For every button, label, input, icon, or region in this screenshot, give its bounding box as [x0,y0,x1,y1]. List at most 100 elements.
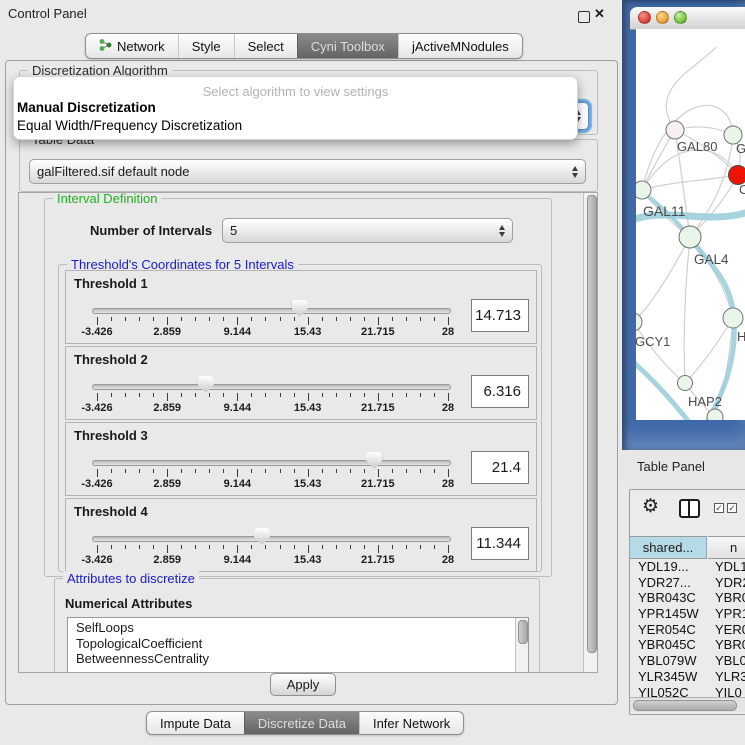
column-header-shared[interactable]: shared... [630,536,707,559]
tick-label: 9.144 [211,326,263,338]
float-window-icon[interactable] [578,11,590,23]
network-icon [99,38,112,55]
attribute-list-item[interactable]: SelfLoops [76,620,528,636]
network-edge [642,150,738,190]
network-window[interactable]: GAL80GACGAL11GAL4GCY1HHAP2 [622,0,745,450]
interval-definition-group: Interval Definition Number of Intervals … [44,198,552,577]
threshold-value-field[interactable]: 14.713 [471,299,529,332]
threshold-value-field[interactable]: 6.316 [471,375,529,408]
table-row[interactable]: YIL052CYIL0 [630,685,745,698]
network-node[interactable] [679,226,701,248]
minor-tick [265,545,266,549]
minimize-button[interactable] [656,11,669,24]
minor-tick [111,317,112,321]
tick-label: 2.859 [141,402,193,414]
slider-track[interactable] [92,384,451,390]
checkbox-icon[interactable]: ✓ [727,503,737,513]
network-node[interactable] [678,376,693,391]
num-intervals-combo[interactable]: 5 [222,218,513,243]
network-node[interactable] [636,181,651,199]
minor-tick [181,317,182,321]
tab-select[interactable]: Select [234,34,297,58]
major-tick [448,393,449,401]
slider-track[interactable] [92,308,451,314]
threshold-label: Threshold 4 [74,504,148,519]
threshold-panel-3: Threshold 3-3.4262.8599.14415.4321.71528… [65,422,537,496]
gear-icon[interactable]: ⚙ [642,495,659,518]
table-horizontal-scrollbar[interactable] [630,697,745,712]
bottom-tab-impute-data[interactable]: Impute Data [147,712,244,734]
slider-thumb[interactable] [254,528,270,545]
apply-button[interactable]: Apply [270,673,336,696]
slider-thumb[interactable] [366,452,382,469]
table-row[interactable]: YBL079WYBL0 [630,653,745,669]
table-row[interactable]: YPR145WYPR1 [630,606,745,622]
minor-tick [294,393,295,397]
slider-thumb[interactable] [198,376,214,393]
minor-tick [195,545,196,549]
bottom-tab-infer-network[interactable]: Infer Network [359,712,463,734]
minor-tick [294,317,295,321]
table-row[interactable]: YDR27...YDR2 [630,575,745,591]
minor-tick [280,317,281,321]
tick-label: 9.144 [211,402,263,414]
major-tick [308,545,309,553]
cell-shared-name: YDR27... [638,575,691,591]
close-panel-icon[interactable]: ✕ [594,6,605,22]
table-row[interactable]: YLR345WYLR3 [630,669,745,685]
cell-name: YBL0 [715,653,745,669]
split-columns-icon[interactable] [679,499,700,518]
network-node-label: GAL11 [643,203,686,219]
minor-tick [111,469,112,473]
minor-tick [350,317,351,321]
network-node[interactable] [666,121,684,139]
tick-label: -3.426 [71,402,123,414]
slider-track[interactable] [92,536,451,542]
bottom-tab-discretize-data[interactable]: Discretize Data [244,712,359,734]
minor-tick [181,545,182,549]
zoom-button[interactable] [674,11,687,24]
checkbox-icon[interactable]: ✓ [714,503,724,513]
minor-tick [209,469,210,473]
close-button[interactable] [638,11,651,24]
attribute-list-item[interactable]: TopologicalCoefficient [76,636,528,652]
popup-item-equal-width[interactable]: Equal Width/Frequency Discretization [17,118,242,133]
screenshot-root: Control Panel ✕ NetworkStyleSelectCyni T… [0,0,745,745]
slider-thumb[interactable] [292,300,308,317]
table-panel-title: Table Panel [637,459,705,474]
minor-tick [434,469,435,473]
settings-scrollbar[interactable] [583,193,597,672]
table-data-combo[interactable]: galFiltered.sif default node [29,159,586,184]
tab-jactivemnodules[interactable]: jActiveMNodules [398,34,522,58]
network-window-titlebar[interactable] [630,7,745,30]
threshold-value-field[interactable]: 21.4 [471,451,529,484]
num-intervals-label: Number of Intervals [90,223,212,238]
minor-tick [251,317,252,321]
attribute-list-item[interactable]: BetweennessCentrality [76,651,528,667]
network-canvas[interactable]: GAL80GACGAL11GAL4GCY1HHAP2 [636,29,745,420]
network-node[interactable] [723,308,743,328]
attributes-list-scrollbar[interactable] [515,618,528,673]
table-row[interactable]: YER054CYER0 [630,622,745,638]
table-row[interactable]: YDL19...YDL1 [630,559,745,575]
column-header-name[interactable]: n [708,536,745,559]
threshold-value-field[interactable]: 11.344 [471,527,529,560]
network-node[interactable] [636,313,642,331]
slider-track[interactable] [92,460,451,466]
network-edge [642,130,675,190]
minor-tick [181,469,182,473]
tab-label: Network [117,39,165,54]
minor-tick [406,469,407,473]
table-row[interactable]: YBR043CYBR0 [630,590,745,606]
popup-item-manual[interactable]: Manual Discretization [17,100,156,115]
table-row[interactable]: YBR045CYBR0 [630,637,745,653]
cell-shared-name: YBR043C [638,590,696,606]
minor-tick [223,545,224,549]
network-node[interactable] [707,409,723,420]
tab-network[interactable]: Network [86,34,178,58]
numerical-attributes-list[interactable]: SelfLoopsTopologicalCoefficientBetweenne… [67,617,529,673]
table-panel: ⚙ ✓ ✓ shared... n YDL19...YDL1YDR27...YD… [629,489,745,715]
tab-cyni-toolbox[interactable]: Cyni Toolbox [297,34,398,58]
cell-shared-name: YBR045C [638,637,696,653]
tab-style[interactable]: Style [178,34,234,58]
